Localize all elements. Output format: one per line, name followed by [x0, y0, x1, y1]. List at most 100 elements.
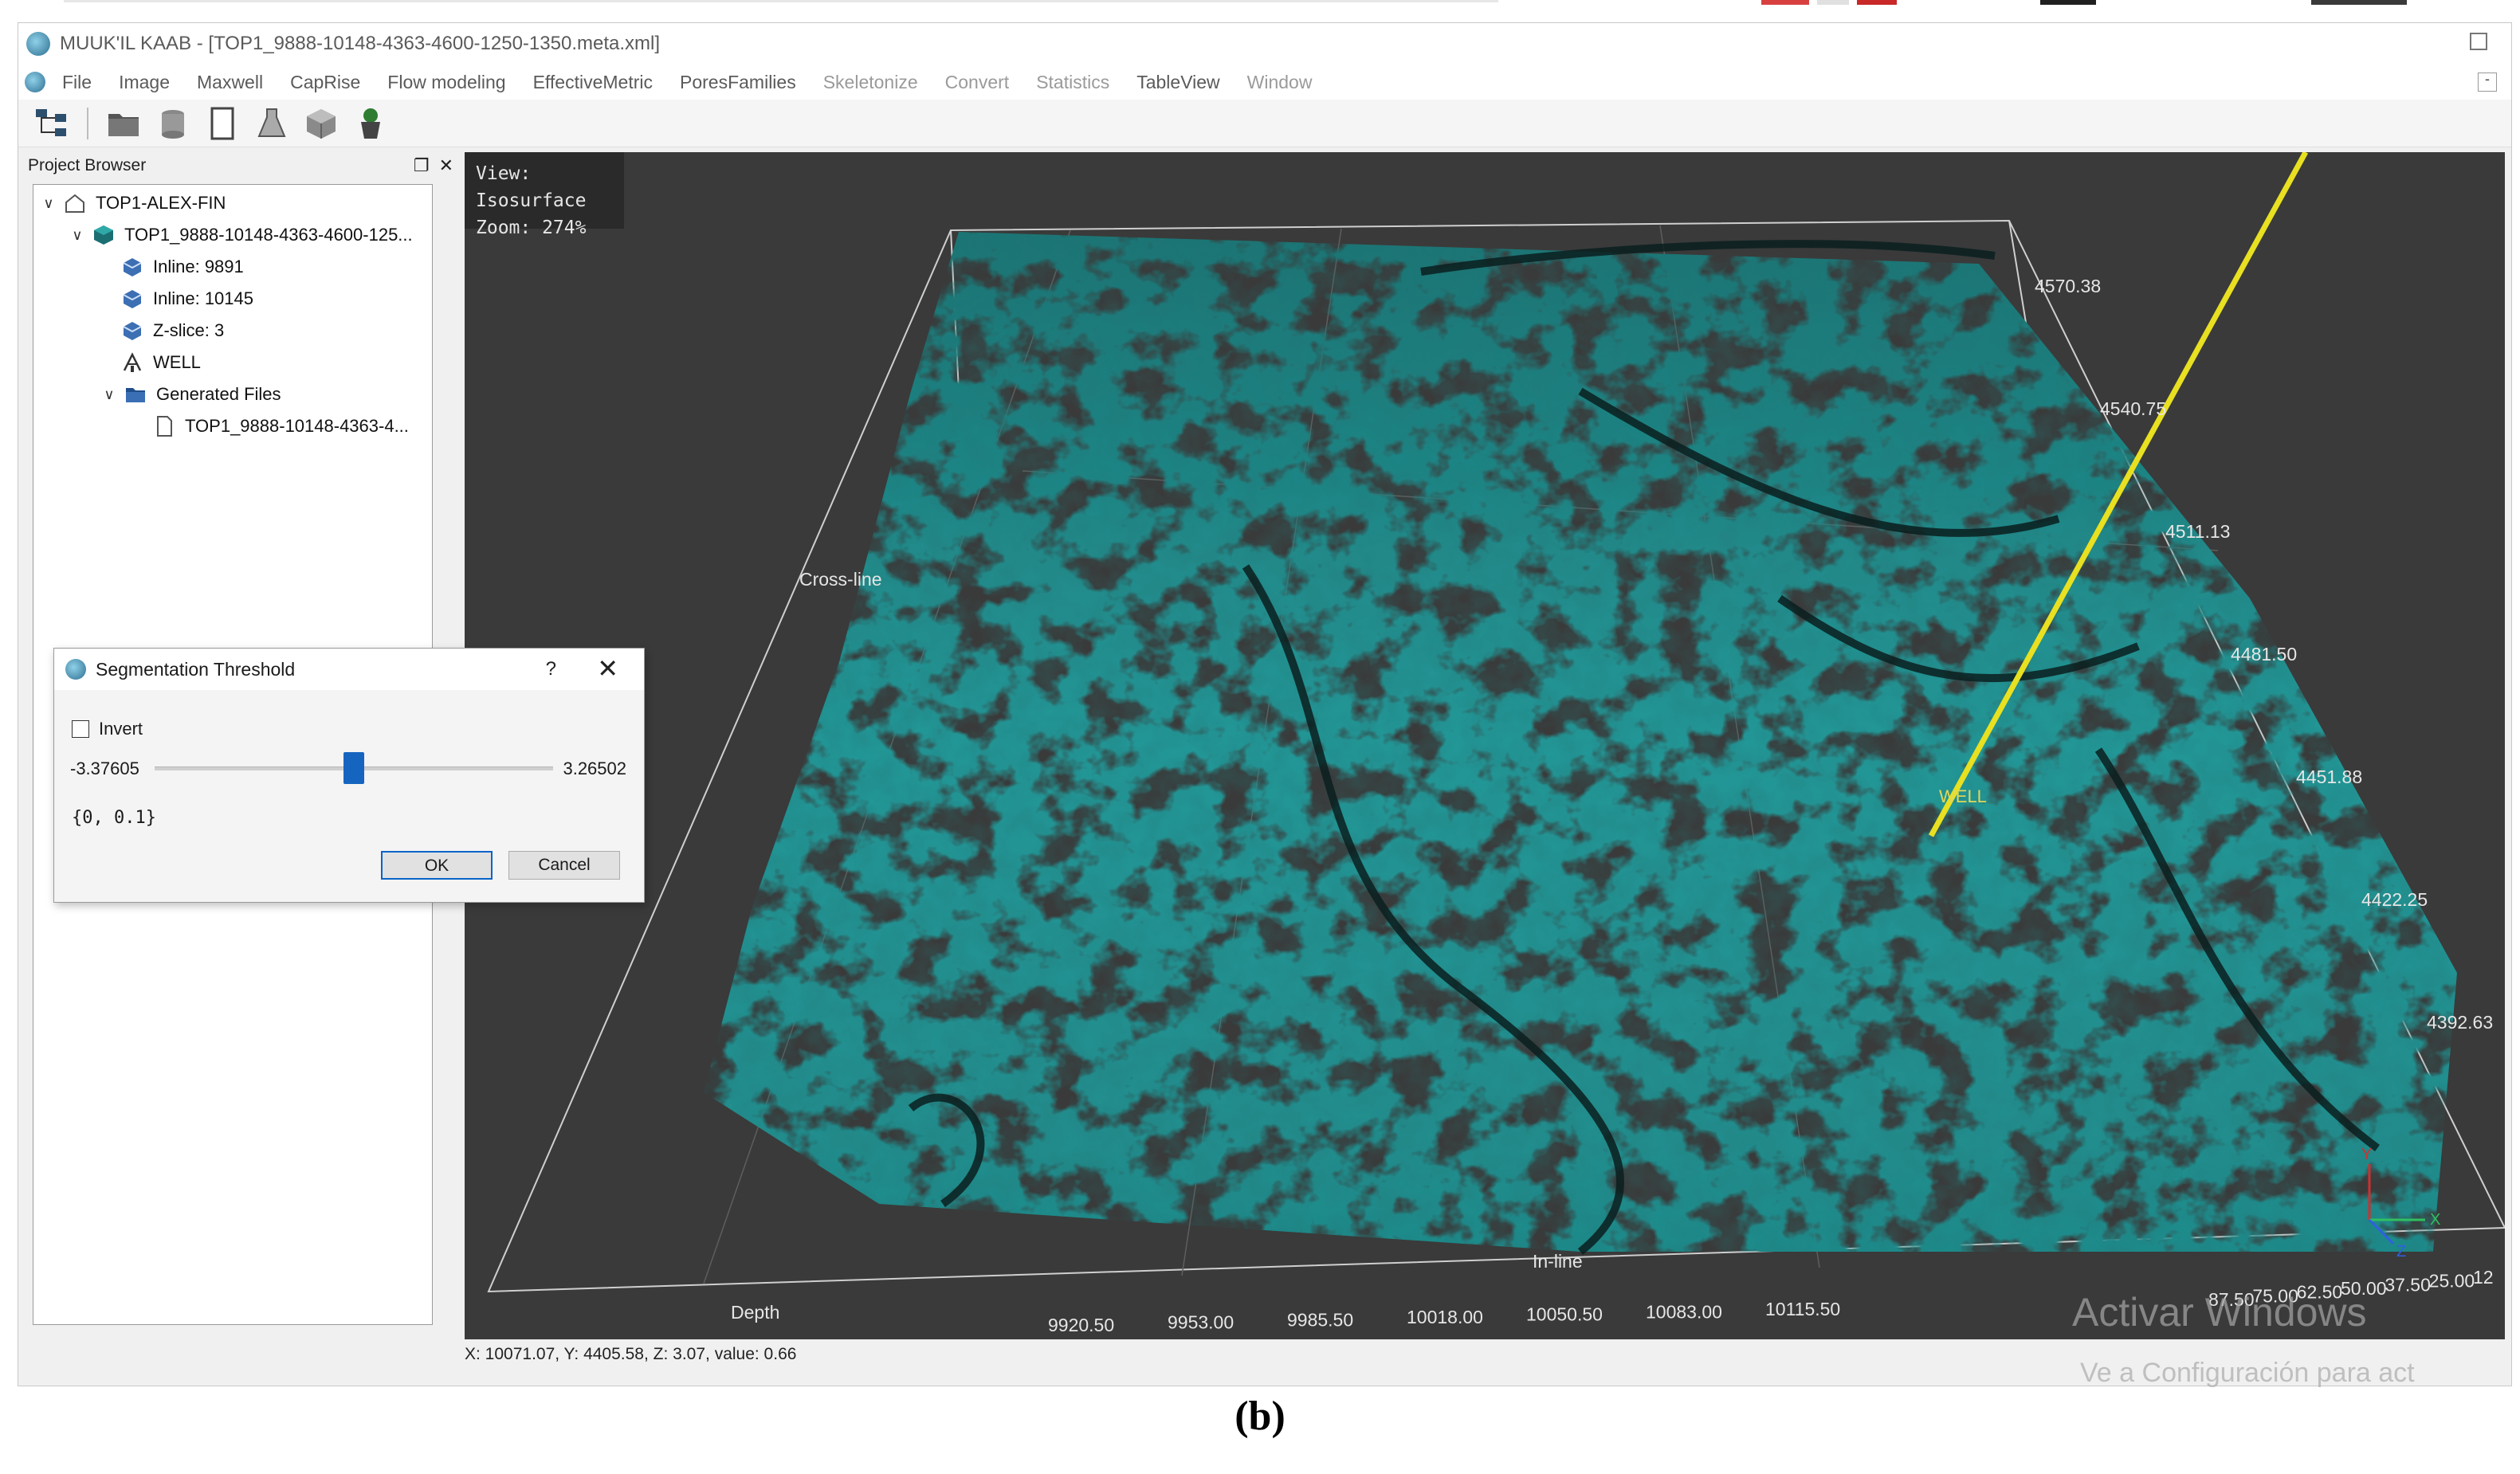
menu-flow-modeling[interactable]: Flow modeling	[374, 72, 519, 93]
slider-min-value: -3.37605	[70, 759, 139, 778]
menu-convert[interactable]: Convert	[932, 72, 1023, 93]
tree-item-well[interactable]: WELL	[121, 347, 201, 378]
file-icon	[153, 415, 175, 437]
y-axis-tick-label: 4540.75	[2100, 398, 2166, 419]
tree-item-label: TOP1-ALEX-FIN	[96, 193, 226, 213]
menu-effectivemetric[interactable]: EffectiveMetric	[520, 72, 666, 93]
app-logo-icon	[65, 659, 86, 680]
depth-axis-label: Depth	[731, 1302, 779, 1323]
y-axis-tick-label: 4481.50	[2231, 644, 2297, 664]
tree-item-volume[interactable]: ∨ TOP1_9888-10148-4363-4600-125...	[69, 220, 413, 250]
tree-item-inline-10145[interactable]: Inline: 10145	[121, 284, 253, 314]
menu-statistics[interactable]: Statistics	[1023, 72, 1123, 93]
collapse-arrow-icon[interactable]: ∨	[40, 195, 57, 212]
tree-item-label: Inline: 10145	[153, 288, 253, 308]
crossline-axis-label: Cross-line	[799, 569, 882, 590]
threshold-slider-handle[interactable]	[343, 752, 364, 784]
slice-icon	[121, 319, 143, 342]
database-icon[interactable]	[154, 104, 192, 143]
cube-icon[interactable]	[302, 104, 340, 143]
slider-max-value: 3.26502	[563, 759, 626, 778]
folder-icon[interactable]	[104, 104, 143, 143]
caption-label: (b)	[1234, 1394, 1286, 1439]
x-axis-ticks: 9920.50 9953.00 9985.50 10018.00 10050.50 100…	[1048, 1299, 1840, 1335]
project-browser-title: Project Browser	[28, 156, 147, 174]
isosurface-render: WELL Cross-line In-line Depth 4570.38 454…	[487, 152, 2505, 1335]
menu-bar: File Image Maxwell CapRise Flow modeling…	[18, 65, 2511, 100]
y-axis-tick-label: 4392.63	[2427, 1012, 2493, 1033]
toolbar-separator	[87, 107, 88, 139]
slice-icon	[121, 288, 143, 310]
dialog-title-bar: Segmentation Threshold ? ✕	[54, 649, 644, 690]
ok-button[interactable]: OK	[381, 851, 493, 880]
well-icon	[121, 351, 143, 374]
y-axis-tick-label: 4451.88	[2296, 766, 2362, 787]
volume-icon	[92, 224, 115, 246]
tree-item-inline-9891[interactable]: Inline: 9891	[121, 252, 244, 282]
document-icon[interactable]	[203, 104, 241, 143]
close-panel-button[interactable]: ✕	[439, 155, 453, 176]
close-dialog-button[interactable]: ✕	[597, 653, 618, 684]
plant-pot-icon[interactable]	[351, 104, 390, 143]
menu-poresfamilies[interactable]: PoresFamilies	[666, 72, 810, 93]
x-axis-tick-label: 10115.50	[1765, 1299, 1840, 1319]
menu-window[interactable]: Window	[1234, 72, 1326, 93]
tree-item-generated-file[interactable]: TOP1_9888-10148-4363-4...	[153, 411, 409, 441]
menu-skeletonize[interactable]: Skeletonize	[810, 72, 932, 93]
mdi-minimize-button[interactable]: -	[2478, 72, 2497, 92]
well-label: WELL	[1939, 786, 1987, 806]
screenshot-top-strip	[0, 0, 2520, 22]
cancel-button[interactable]: Cancel	[508, 851, 620, 880]
project-icon	[64, 192, 86, 214]
project-tree-icon[interactable]	[33, 104, 71, 143]
tree-item-generated-files[interactable]: ∨ Generated Files	[100, 379, 281, 410]
mdi-document-icon[interactable]	[25, 72, 45, 92]
tree-item-label: TOP1_9888-10148-4363-4...	[185, 416, 409, 436]
menu-image[interactable]: Image	[105, 72, 183, 93]
toolbar	[18, 100, 2511, 147]
tree-item-label: WELL	[153, 352, 201, 372]
menu-maxwell[interactable]: Maxwell	[183, 72, 277, 93]
menu-file[interactable]: File	[49, 72, 105, 93]
view-info-overlay: View: Isosurface Zoom: 274%	[465, 152, 624, 238]
inline-axis-label: In-line	[1533, 1251, 1583, 1272]
app-window: MUUK'IL KAAB - [TOP1_9888-10148-4363-460…	[18, 22, 2512, 1386]
activate-windows-subtext: Ve a Configuración para act	[2080, 1358, 2415, 1388]
collapse-arrow-icon[interactable]: ∨	[69, 227, 86, 244]
3d-viewport[interactable]: WELL Cross-line In-line Depth 4570.38 454…	[465, 152, 2505, 1339]
tree-item-zslice[interactable]: Z-slice: 3	[121, 316, 224, 346]
title-bar: MUUK'IL KAAB - [TOP1_9888-10148-4363-460…	[18, 23, 2511, 65]
folder-icon	[124, 383, 147, 406]
window-title: MUUK'IL KAAB - [TOP1_9888-10148-4363-460…	[60, 33, 660, 54]
slice-icon	[121, 256, 143, 278]
invert-label: Invert	[99, 719, 143, 739]
y-axis-tick-label: 4422.25	[2361, 889, 2428, 910]
invert-checkbox-row[interactable]: Invert	[72, 719, 143, 739]
view-mode-text: View: Isosurface	[476, 163, 587, 211]
status-bar: X: 10071.07, Y: 4405.58, Z: 3.07, value:…	[465, 1341, 796, 1368]
zoom-level-text: Zoom: 274%	[476, 218, 587, 238]
restore-window-button[interactable]	[2470, 33, 2487, 50]
tree-item-label: Generated Files	[156, 384, 281, 404]
tree-item-project[interactable]: ∨ TOP1-ALEX-FIN	[40, 188, 226, 218]
project-browser-header: Project Browser ❐ ✕	[23, 152, 460, 179]
gizmo-z-label: Z	[2396, 1243, 2406, 1260]
x-axis-tick-label: 9920.50	[1048, 1315, 1114, 1335]
cursor-readout: X: 10071.07, Y: 4405.58, Z: 3.07, value:…	[465, 1345, 797, 1363]
gizmo-x-label: X	[2430, 1211, 2440, 1229]
collapse-arrow-icon[interactable]: ∨	[100, 386, 118, 403]
help-button[interactable]: ?	[546, 658, 556, 680]
figure-caption: (b)	[0, 1393, 2520, 1440]
invert-checkbox[interactable]	[72, 720, 89, 738]
x-axis-tick-label: 9953.00	[1168, 1312, 1234, 1333]
z-axis-tick-label: 12	[2473, 1267, 2494, 1288]
z-axis-tick-label: 37.50	[2385, 1274, 2431, 1295]
dialog-title: Segmentation Threshold	[96, 658, 296, 680]
tree-item-label: TOP1_9888-10148-4363-4600-125...	[124, 225, 413, 245]
menu-caprise[interactable]: CapRise	[277, 72, 374, 93]
flask-icon[interactable]	[253, 104, 291, 143]
float-panel-button[interactable]: ❐	[414, 155, 430, 176]
x-axis-tick-label: 9985.50	[1287, 1309, 1353, 1330]
tree-item-label: Inline: 9891	[153, 257, 244, 276]
menu-tableview[interactable]: TableView	[1123, 72, 1233, 93]
